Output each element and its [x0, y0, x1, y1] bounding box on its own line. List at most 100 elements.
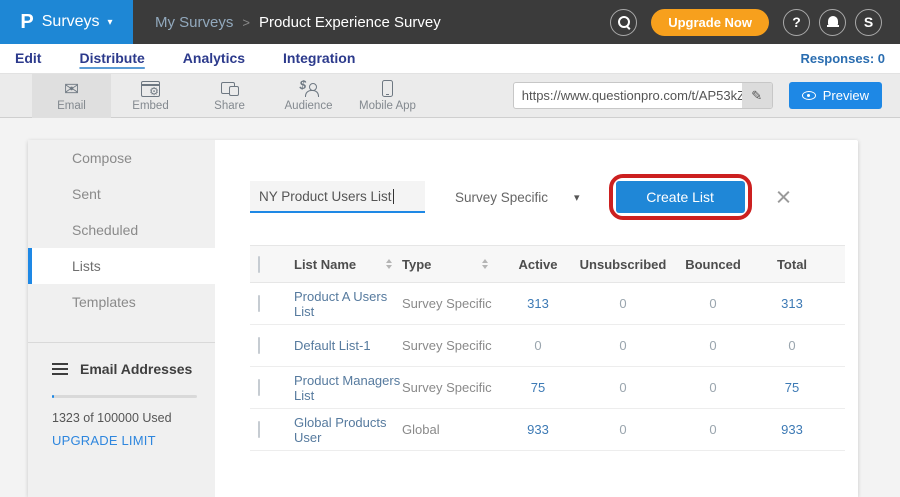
unsubscribed-count: 0: [578, 422, 668, 437]
embed-icon: [141, 81, 160, 97]
question-mark-icon: ?: [792, 14, 801, 30]
toolbar-item-email[interactable]: ✉ Email: [32, 74, 111, 118]
distribute-toolbar: ✉ Email Embed Share $ Audience Mobile Ap…: [0, 74, 900, 118]
lists-panel: Compose Sent Scheduled Lists Templates E…: [28, 140, 858, 497]
edit-url-button[interactable]: ✎: [742, 83, 772, 108]
toolbar-item-embed[interactable]: Embed: [111, 74, 190, 118]
toolbar-item-share[interactable]: Share: [190, 74, 269, 118]
unsubscribed-count: 0: [578, 380, 668, 395]
sidebar-item-compose[interactable]: Compose: [28, 140, 215, 176]
sidebar-item-scheduled[interactable]: Scheduled: [28, 212, 215, 248]
bounced-count: 0: [668, 296, 758, 311]
list-name-link[interactable]: Product Managers List: [294, 373, 402, 403]
preview-button[interactable]: Preview: [789, 82, 882, 109]
bell-icon: [827, 16, 839, 28]
responses-count: Responses: 0: [800, 51, 885, 66]
usage-progress-fill: [52, 395, 54, 398]
list-name-input[interactable]: NY Product Users List: [250, 181, 425, 213]
create-list-button[interactable]: Create List: [616, 181, 745, 213]
column-header-list-name[interactable]: List Name: [294, 257, 402, 272]
total-count[interactable]: 0: [758, 338, 826, 353]
avatar-initial: S: [864, 14, 873, 30]
bounced-count: 0: [668, 380, 758, 395]
total-count[interactable]: 75: [758, 380, 826, 395]
annotation-highlight: Create List: [609, 174, 752, 220]
audience-icon: $: [300, 81, 318, 97]
table-header-row: List Name Type Active Unsubscribed Bounc…: [250, 245, 845, 283]
chevron-down-icon: ▾: [574, 191, 580, 204]
share-icon: [221, 82, 239, 96]
topbar-actions: Upgrade Now ? S: [610, 9, 900, 36]
lists-content: NY Product Users List Survey Specific ▾ …: [215, 140, 858, 497]
survey-url-group: https://www.questionpro.com/t/AP53kZgfo …: [513, 82, 882, 109]
close-icon[interactable]: ×: [776, 184, 792, 211]
active-count[interactable]: 0: [498, 338, 578, 353]
bounced-count: 0: [668, 422, 758, 437]
upgrade-limit-link[interactable]: UPGRADE LIMIT: [52, 433, 197, 448]
email-addresses-title: Email Addresses: [80, 361, 192, 377]
sidebar-item-templates[interactable]: Templates: [28, 284, 215, 320]
table-row: Product A Users List Survey Specific 313…: [250, 283, 845, 325]
eye-icon: [802, 91, 816, 100]
toolbar-item-mobile-app[interactable]: Mobile App: [348, 74, 427, 118]
tab-analytics[interactable]: Analytics: [183, 50, 245, 68]
table-row: Product Managers List Survey Specific 75…: [250, 367, 845, 409]
column-header-active: Active: [498, 257, 578, 272]
pencil-icon: ✎: [751, 88, 762, 104]
total-count[interactable]: 933: [758, 422, 826, 437]
active-count[interactable]: 75: [498, 380, 578, 395]
create-list-row: NY Product Users List Survey Specific ▾ …: [250, 181, 858, 213]
row-checkbox[interactable]: [258, 421, 260, 438]
chevron-down-icon: ▾: [108, 17, 113, 28]
notifications-button[interactable]: [819, 9, 846, 36]
list-name-link[interactable]: Product A Users List: [294, 289, 402, 319]
survey-url-input[interactable]: https://www.questionpro.com/t/AP53kZgfo …: [513, 82, 773, 109]
toolbar-item-audience[interactable]: $ Audience: [269, 74, 348, 118]
usage-text: 1323 of 100000 Used: [52, 411, 197, 425]
column-header-total: Total: [758, 257, 826, 272]
product-switcher[interactable]: P Surveys ▾: [0, 0, 133, 44]
list-type-value: Survey Specific: [455, 190, 548, 205]
bounced-count: 0: [668, 338, 758, 353]
breadcrumb-separator: >: [242, 15, 250, 30]
list-bars-icon: [52, 363, 68, 376]
sidebar-item-lists[interactable]: Lists: [28, 248, 215, 284]
tab-integration[interactable]: Integration: [283, 50, 355, 68]
email-addresses-block: Email Addresses 1323 of 100000 Used UPGR…: [28, 343, 215, 448]
list-name-link[interactable]: Global Products User: [294, 415, 402, 445]
mobile-app-icon: [382, 80, 393, 97]
list-name-link[interactable]: Default List-1: [294, 338, 402, 353]
column-header-type[interactable]: Type: [402, 257, 498, 272]
questionpro-logo-icon: P: [20, 12, 33, 32]
product-name: Surveys: [42, 13, 100, 31]
help-button[interactable]: ?: [783, 9, 810, 36]
list-type-select[interactable]: Survey Specific ▾: [455, 190, 580, 205]
row-checkbox[interactable]: [258, 379, 260, 396]
upgrade-now-button[interactable]: Upgrade Now: [651, 9, 769, 36]
sort-icon: [482, 259, 488, 269]
active-count[interactable]: 933: [498, 422, 578, 437]
text-cursor: [393, 189, 394, 204]
survey-url-value: https://www.questionpro.com/t/AP53kZgfo: [514, 83, 742, 108]
unsubscribed-count: 0: [578, 338, 668, 353]
total-count[interactable]: 313: [758, 296, 826, 311]
row-checkbox[interactable]: [258, 337, 260, 354]
sort-icon: [386, 259, 392, 269]
breadcrumb-my-surveys[interactable]: My Surveys: [155, 14, 233, 31]
email-sidebar: Compose Sent Scheduled Lists Templates E…: [28, 140, 215, 497]
tab-distribute[interactable]: Distribute: [79, 50, 144, 68]
active-count[interactable]: 313: [498, 296, 578, 311]
sidebar-item-sent[interactable]: Sent: [28, 176, 215, 212]
tab-edit[interactable]: Edit: [15, 50, 41, 68]
search-button[interactable]: [610, 9, 637, 36]
row-checkbox[interactable]: [258, 295, 260, 312]
unsubscribed-count: 0: [578, 296, 668, 311]
list-name-value: NY Product Users List: [259, 189, 392, 204]
survey-tab-bar: Edit Distribute Analytics Integration Re…: [0, 44, 900, 74]
page-background: Compose Sent Scheduled Lists Templates E…: [0, 118, 900, 497]
select-all-checkbox[interactable]: [258, 256, 260, 273]
avatar[interactable]: S: [855, 9, 882, 36]
table-row: Global Products User Global 933 0 0 933: [250, 409, 845, 451]
search-icon: [617, 15, 631, 29]
column-header-bounced: Bounced: [668, 257, 758, 272]
